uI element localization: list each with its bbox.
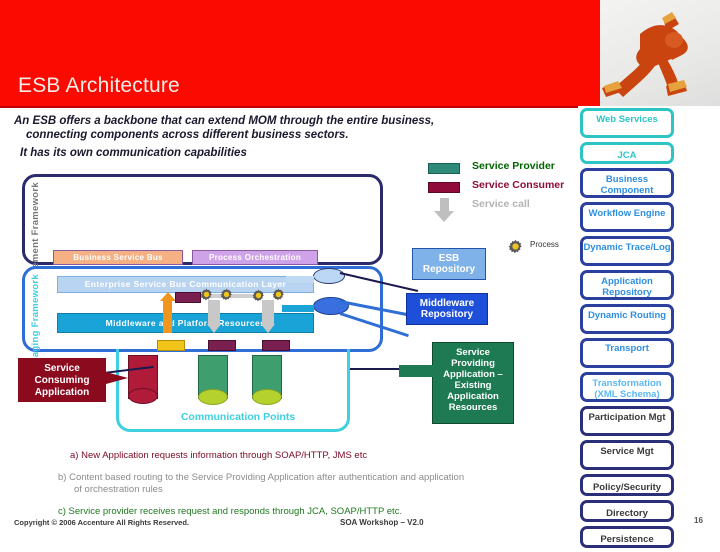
note-b: b) Content based routing to the Service … [52, 472, 572, 496]
business-service-bus-bar: Business Service Bus [53, 250, 183, 265]
decorative-bar [286, 276, 314, 283]
note-c: c) Service provider receives request and… [58, 506, 403, 517]
sidebar-item-label: JCA [617, 150, 637, 161]
service-provider-cylinder [252, 355, 282, 405]
decorative-bar [282, 305, 314, 312]
sidebar-item-web-services[interactable]: Web Services [580, 108, 674, 138]
intro-line-3: It has its own communication capabilitie… [20, 147, 247, 159]
sidebar-item-label: Service Mgt [600, 446, 654, 457]
process-legend: Process [508, 238, 578, 254]
legend-label-call: Service call [472, 198, 530, 210]
service-consumer-cylinder [128, 355, 158, 404]
page-title: ESB Architecture [18, 74, 180, 97]
service-call-arrow-down-icon [261, 300, 275, 333]
sidebar-item-persistence[interactable]: Persistence [580, 526, 674, 548]
legend: Service Provider Service Consumer Servic… [428, 160, 578, 222]
intro-text: An ESB offers a backbone that can extend… [14, 114, 534, 160]
sidebar-item-policy-security[interactable]: Policy/Security [580, 474, 674, 496]
sidebar-item-jca[interactable]: JCA [580, 142, 674, 164]
callout-tail [399, 365, 433, 377]
service-providing-application-label: Service Providing Application – Existing… [443, 347, 503, 413]
note-a: a) New Application requests information … [70, 450, 368, 461]
sidebar-item-label: Transport [605, 343, 649, 354]
legend-row-consumer: Service Consumer [428, 179, 578, 198]
communication-points-label: Communication Points [180, 411, 296, 423]
middleware-repository-box: Middleware Repository [406, 293, 488, 325]
sidebar-item-label: Participation Mgt [588, 412, 666, 423]
legend-label-consumer: Service Consumer [472, 179, 565, 191]
intro-line-2: connecting components across different b… [26, 129, 349, 141]
capability-sidebar: Web Services JCA Business Component Workflo… [580, 108, 678, 552]
sidebar-item-dynamic-trace-log[interactable]: Dynamic Trace/Log [580, 236, 674, 266]
process-orchestration-bar: Process Orchestration [192, 250, 318, 265]
esb-repository-label: ESB Repository [422, 253, 476, 275]
communication-point-slab [262, 340, 290, 351]
decorative-ellipse [313, 268, 345, 284]
title-band-underline [0, 106, 578, 108]
service-call-arrow-up-icon [160, 292, 176, 333]
consumer-swatch-icon [428, 182, 460, 193]
service-provider-cylinder [198, 355, 228, 405]
intro-line-1: An ESB offers a backbone that can extend… [14, 115, 435, 127]
speed-skater-photo [578, 0, 720, 106]
sidebar-item-label: Dynamic Trace/Log [583, 242, 671, 253]
workshop-version-text: SOA Workshop – V2.0 [340, 518, 424, 527]
business-service-bus-label: Business Service Bus [73, 253, 163, 262]
middleware-repository-label: Middleware Repository [419, 298, 475, 320]
callout-tail [106, 372, 128, 384]
sidebar-item-workflow-engine[interactable]: Workflow Engine [580, 202, 674, 232]
service-call-arrow-down-icon [207, 300, 221, 333]
consumer-connector-stub [175, 292, 201, 303]
sidebar-item-label: Application Repository [601, 276, 653, 298]
gear-icon [508, 239, 523, 254]
sidebar-item-label: Web Services [596, 114, 658, 125]
service-consuming-application-label: Service Consuming Application [34, 363, 90, 398]
communication-point-slab [208, 340, 236, 351]
note-b-line-2: of orchestration rules [74, 484, 163, 495]
sidebar-item-participation-mgt[interactable]: Participation Mgt [580, 406, 674, 436]
gear-icon [220, 288, 233, 301]
sidebar-item-label: Transformation (XML Schema) [592, 378, 662, 400]
esb-repository-box: ESB Repository [412, 248, 486, 280]
sidebar-item-label: Business Component [600, 174, 654, 196]
sidebar-item-dynamic-routing[interactable]: Dynamic Routing [580, 304, 674, 334]
service-consuming-application-box: Service Consuming Application [18, 358, 128, 402]
note-b-line-1: b) Content based routing to the Service … [58, 472, 465, 483]
sidebar-item-transport[interactable]: Transport [580, 338, 674, 368]
process-label: Process [530, 240, 559, 249]
notes-list: a) New Application requests information … [52, 450, 572, 528]
legend-label-provider: Service Provider [472, 160, 555, 172]
sidebar-item-label: Dynamic Routing [587, 310, 667, 321]
page-number: 16 [694, 516, 703, 525]
communication-point-slab [157, 340, 185, 351]
middleware-platform-resources-bar: Middleware and Platform Resources [57, 313, 314, 333]
sidebar-item-service-mgt[interactable]: Service Mgt [580, 440, 674, 470]
sidebar-item-directory[interactable]: Directory [580, 500, 674, 522]
process-orchestration-label: Process Orchestration [208, 253, 302, 262]
sidebar-item-label: Policy/Security [592, 482, 662, 493]
copyright-text: Copyright © 2006 Accenture All Rights Re… [14, 518, 190, 527]
sidebar-item-label: Workflow Engine [588, 208, 666, 219]
legend-row-provider: Service Provider [428, 160, 578, 179]
service-providing-application-box: Service Providing Application – Existing… [399, 342, 514, 424]
sidebar-item-transformation-xml-schema[interactable]: Transformation (XML Schema) [580, 372, 674, 402]
sidebar-item-application-repository[interactable]: Application Repository [580, 270, 674, 300]
sidebar-item-business-component[interactable]: Business Component [580, 168, 674, 198]
provider-swatch-icon [428, 163, 460, 174]
sidebar-item-label: Directory [606, 508, 648, 519]
